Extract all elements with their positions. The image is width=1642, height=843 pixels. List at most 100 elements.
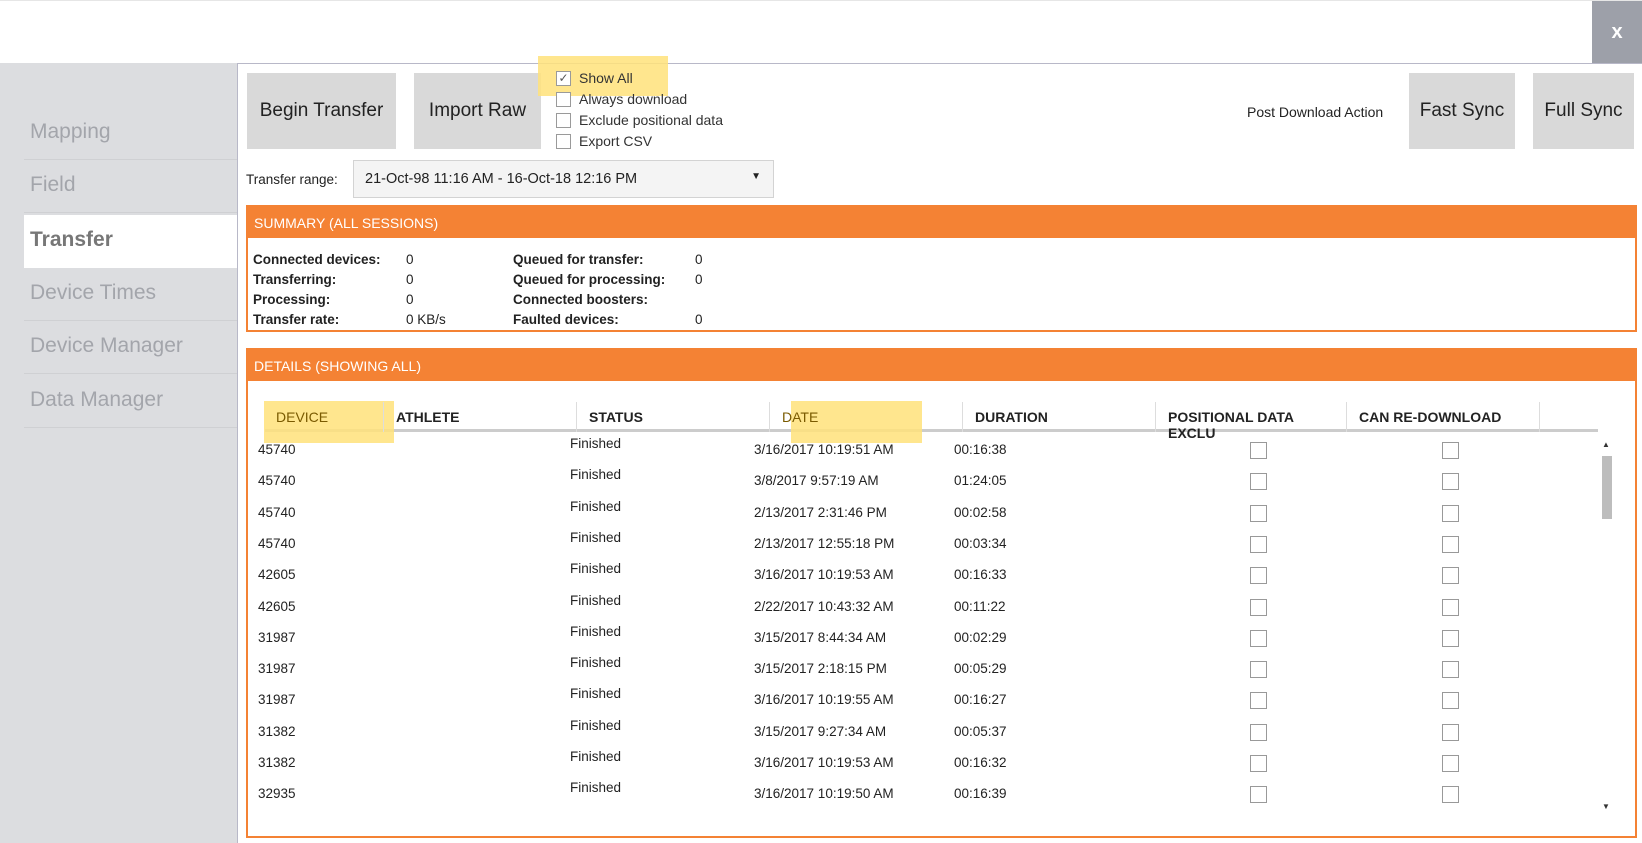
positional-excluded-checkbox[interactable] [1250, 598, 1267, 616]
positional-excluded-checkbox[interactable] [1250, 473, 1267, 491]
summary-label: Transfer rate: [253, 312, 340, 327]
checkbox-box [556, 133, 571, 149]
scroll-down-icon[interactable]: ▼ [1602, 802, 1610, 811]
positional-excluded-checkbox[interactable] [1250, 692, 1267, 710]
duration-cell: 00:16:27 [954, 692, 1007, 708]
date-cell: 3/8/2017 9:57:19 AM [754, 473, 879, 489]
can-redownload-checkbox[interactable] [1442, 567, 1459, 585]
sidebar-item-device-manager[interactable]: Device Manager [24, 321, 237, 374]
table-row[interactable]: 45740 Finished 3/16/2017 10:19:51 AM 00:16:… [246, 434, 1596, 465]
date-cell: 3/15/2017 8:44:34 AM [754, 629, 887, 645]
exclude-positional-label: Exclude positional data [579, 112, 723, 128]
import-raw-button[interactable]: Import Raw [414, 73, 541, 149]
duration-cell: 00:16:32 [954, 755, 1007, 770]
sidebar-item-mapping[interactable]: Mapping [24, 107, 237, 160]
scrollbar-thumb[interactable] [1602, 456, 1612, 519]
duration-cell: 00:02:58 [954, 504, 1007, 520]
column-header-can-re-download[interactable]: CAN RE-DOWNLOAD [1347, 402, 1540, 432]
table-row[interactable]: 31987 Finished 3/16/2017 10:19:55 AM 00:16:… [246, 684, 1596, 715]
can-redownload-checkbox[interactable] [1442, 598, 1459, 616]
device-cell: 31987 [258, 661, 296, 677]
positional-excluded-checkbox[interactable] [1250, 504, 1267, 522]
device-cell: 45740 [258, 535, 296, 551]
column-header-status[interactable]: STATUS [577, 402, 770, 432]
can-redownload-checkbox[interactable] [1442, 755, 1459, 772]
status-cell: Finished [570, 655, 622, 671]
transfer-range-dropdown[interactable]: 21-Oct-98 11:16 AM - 16-Oct-18 12:16 PM ▼ [353, 160, 774, 198]
duration-cell: 00:05:37 [954, 723, 1007, 739]
device-cell: 31382 [258, 723, 296, 739]
scroll-up-icon[interactable]: ▲ [1602, 440, 1610, 449]
sidebar-item-field[interactable]: Field [24, 160, 237, 213]
table-row[interactable]: 32935 Finished 3/16/2017 10:19:50 AM 00:16:… [246, 778, 1596, 809]
always-download-label: Always download [579, 91, 688, 107]
summary-value: 0 [406, 272, 414, 287]
device-cell: 31987 [258, 692, 296, 708]
summary-label: Processing: [253, 292, 331, 307]
column-header-device[interactable]: DEVICE [264, 402, 384, 432]
table-row[interactable]: 45740 Finished 2/13/2017 2:31:46 PM 00:02:5… [246, 497, 1596, 528]
device-cell: 31987 [258, 629, 296, 645]
duration-cell: 01:24:05 [954, 473, 1007, 489]
sidebar-item-data-manager[interactable]: Data Manager [24, 375, 237, 428]
summary-value: 0 [406, 252, 414, 267]
status-cell: Finished [570, 749, 622, 764]
date-cell: 2/22/2017 10:43:32 AM [754, 598, 894, 614]
sidebar-item-device-times[interactable]: Device Times [24, 268, 237, 321]
title-bar: x [0, 0, 1642, 64]
checkmark-icon: ✓ [556, 70, 571, 86]
table-row[interactable]: 31382 Finished 3/16/2017 10:19:53 AM 00:16:… [246, 747, 1596, 778]
table-row[interactable]: 45740 Finished 3/8/2017 9:57:19 AM 01:24:05 [246, 465, 1596, 496]
can-redownload-checkbox[interactable] [1442, 786, 1459, 804]
can-redownload-checkbox[interactable] [1442, 692, 1459, 710]
duration-cell: 00:16:38 [954, 442, 1007, 457]
device-cell: 42605 [258, 598, 296, 614]
can-redownload-checkbox[interactable] [1442, 442, 1459, 459]
positional-excluded-checkbox[interactable] [1250, 629, 1267, 647]
full-sync-button[interactable]: Full Sync [1533, 73, 1634, 149]
column-header-positional-data-exclu[interactable]: POSITIONAL DATA EXCLU [1156, 402, 1347, 441]
can-redownload-checkbox[interactable] [1442, 629, 1459, 647]
table-row[interactable]: 42605 Finished 2/22/2017 10:43:32 AM 00:11:… [246, 591, 1596, 622]
positional-excluded-checkbox[interactable] [1250, 755, 1267, 772]
details-title: DETAILS (SHOWING ALL) [248, 350, 1635, 381]
table-row[interactable]: 31987 Finished 3/15/2017 2:18:15 PM 00:05:2… [246, 653, 1596, 684]
begin-transfer-button[interactable]: Begin Transfer [247, 73, 396, 149]
table-row[interactable]: 42605 Finished 3/16/2017 10:19:53 AM 00:16:… [246, 559, 1596, 590]
can-redownload-checkbox[interactable] [1442, 535, 1459, 553]
transfer-range-label: Transfer range: [246, 172, 338, 187]
column-header-date[interactable]: DATE [770, 402, 963, 432]
table-row[interactable]: 45740 Finished 2/13/2017 12:55:18 PM 00:03:… [246, 528, 1596, 559]
positional-excluded-checkbox[interactable] [1250, 723, 1267, 741]
export-csv-checkbox[interactable]: Export CSV [556, 133, 652, 149]
positional-excluded-checkbox[interactable] [1250, 786, 1267, 804]
can-redownload-checkbox[interactable] [1442, 723, 1459, 741]
positional-excluded-checkbox[interactable] [1250, 567, 1267, 585]
sidebar-item-transfer[interactable]: Transfer [24, 215, 237, 268]
checkbox-box [556, 112, 571, 128]
show-all-label: Show All [579, 70, 633, 86]
positional-excluded-checkbox[interactable] [1250, 442, 1267, 459]
can-redownload-checkbox[interactable] [1442, 661, 1459, 679]
date-cell: 2/13/2017 2:31:46 PM [754, 504, 887, 520]
always-download-checkbox[interactable]: Always download [556, 91, 687, 107]
positional-excluded-checkbox[interactable] [1250, 661, 1267, 679]
summary-label: Faulted devices: [513, 312, 619, 327]
device-cell: 45740 [258, 504, 296, 520]
fast-sync-button[interactable]: Fast Sync [1409, 73, 1515, 149]
checkbox-box [556, 91, 571, 107]
status-cell: Finished [570, 717, 622, 733]
can-redownload-checkbox[interactable] [1442, 504, 1459, 522]
exclude-positional-checkbox[interactable]: Exclude positional data [556, 112, 723, 128]
status-cell: Finished [570, 436, 622, 451]
table-row[interactable]: 31987 Finished 3/15/2017 8:44:34 AM 00:02:2… [246, 622, 1596, 653]
duration-cell: 00:11:22 [954, 598, 1006, 614]
positional-excluded-checkbox[interactable] [1250, 535, 1267, 553]
column-header-athlete[interactable]: ATHLETE [384, 402, 577, 432]
can-redownload-checkbox[interactable] [1442, 473, 1459, 491]
summary-value: 0 [695, 272, 703, 287]
show-all-checkbox[interactable]: ✓ Show All [556, 70, 633, 86]
column-header-duration[interactable]: DURATION [963, 402, 1156, 432]
close-button[interactable]: x [1592, 1, 1642, 64]
table-row[interactable]: 31382 Finished 3/15/2017 9:27:34 AM 00:05:3… [246, 716, 1596, 747]
